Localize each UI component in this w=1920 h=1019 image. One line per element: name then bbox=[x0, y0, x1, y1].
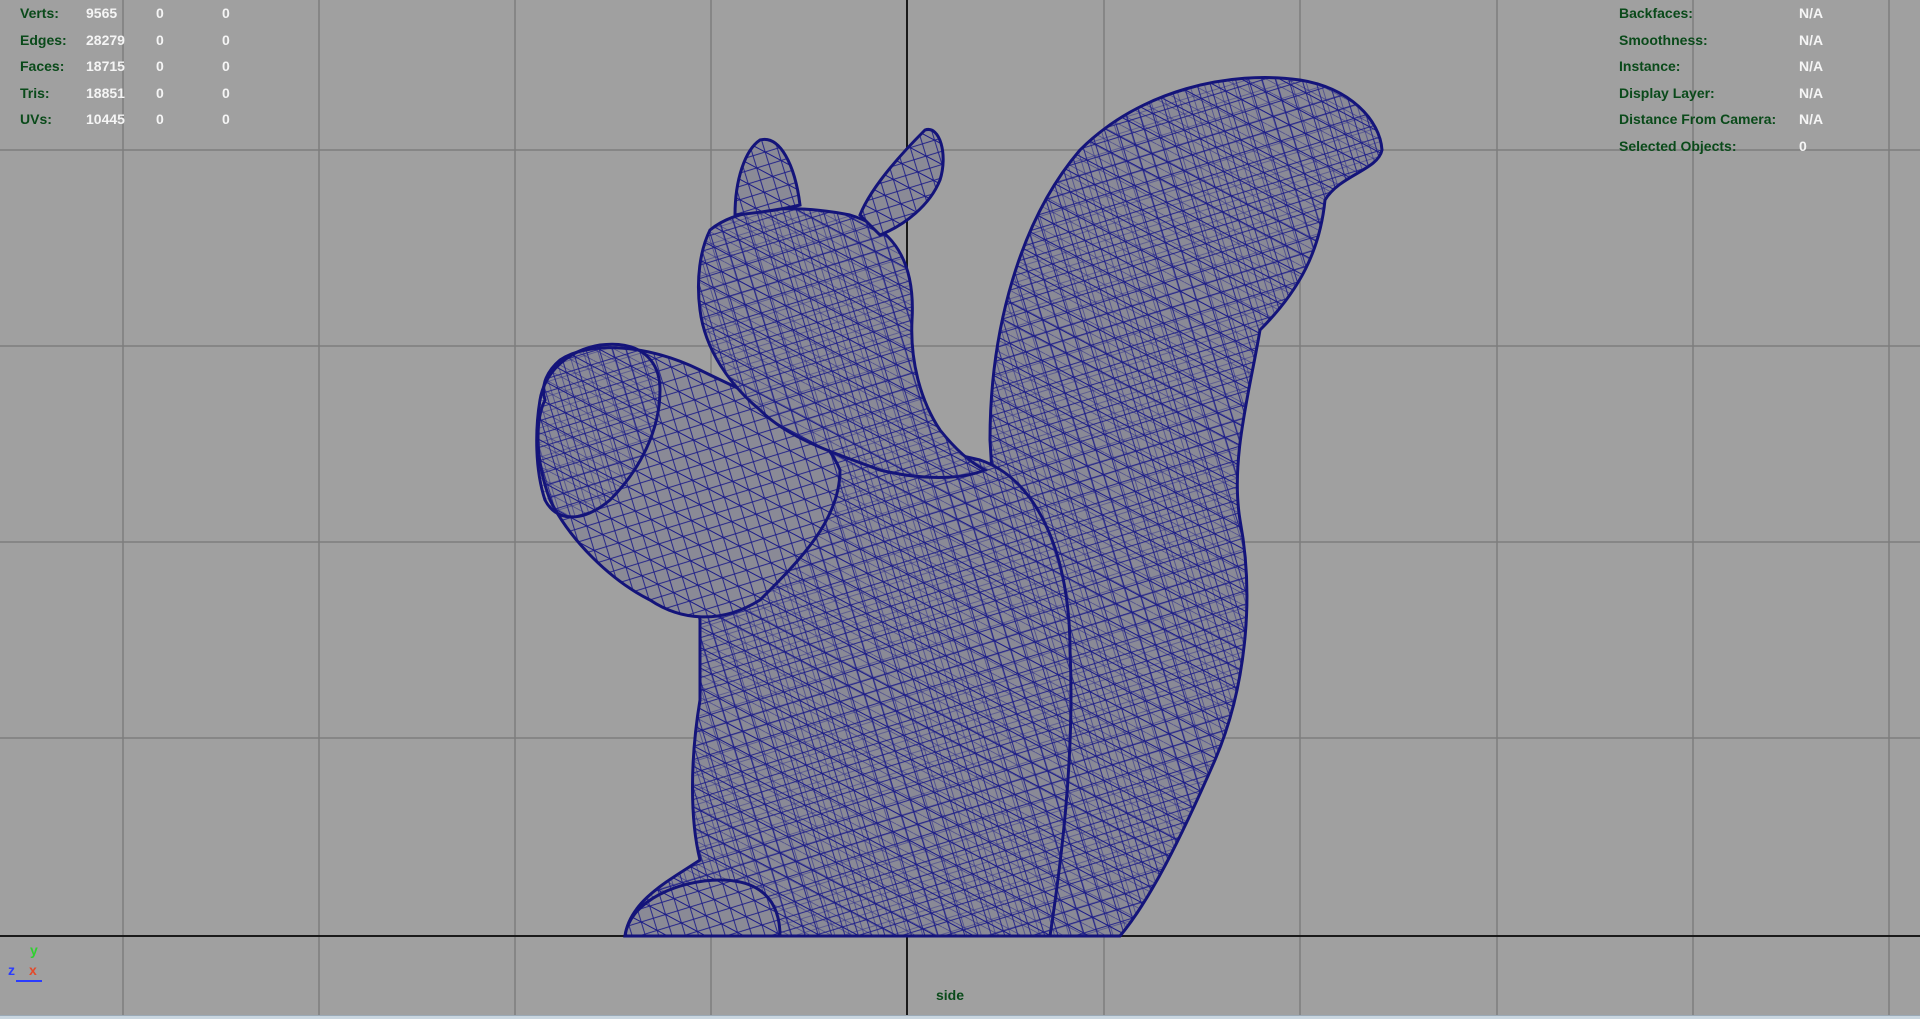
hud-row-edges: Edges: 28279 0 0 bbox=[20, 27, 262, 54]
hud-value: N/A bbox=[1799, 84, 1824, 101]
axis-gizmo: y z x bbox=[6, 942, 46, 984]
hud-value: 0 bbox=[156, 84, 164, 101]
hud-row-backfaces: Backfaces: N/A bbox=[1619, 0, 1823, 27]
hud-row-display-layer: Display Layer: N/A bbox=[1619, 80, 1823, 107]
hud-label: Instance: bbox=[1619, 58, 1681, 74]
hud-value: N/A bbox=[1799, 58, 1824, 74]
hud-row-tris: Tris: 18851 0 0 bbox=[20, 80, 262, 107]
hud-value: 0 bbox=[222, 84, 230, 101]
hud-row-faces: Faces: 18715 0 0 bbox=[20, 53, 262, 80]
hud-row-smoothness: Smoothness: N/A bbox=[1619, 27, 1823, 54]
hud-label: Tris: bbox=[20, 84, 50, 101]
hud-row-instance: Instance: N/A bbox=[1619, 53, 1823, 80]
hud-label: Smoothness: bbox=[1619, 31, 1708, 48]
object-details-hud: Backfaces: N/A Smoothness: N/A Instance:… bbox=[1619, 0, 1823, 159]
squirrel-mesh bbox=[535, 76, 1384, 938]
hud-value: 0 bbox=[156, 111, 164, 127]
camera-name-label: side bbox=[936, 987, 965, 1003]
hud-value: 0 bbox=[222, 111, 230, 127]
hud-value: 18851 bbox=[86, 84, 125, 101]
hud-label: Faces: bbox=[20, 58, 65, 74]
hud-value: N/A bbox=[1799, 31, 1824, 48]
hud-value: 0 bbox=[156, 58, 164, 74]
axis-z-line bbox=[16, 980, 42, 982]
hud-value: 0 bbox=[156, 5, 164, 21]
axis-y-label: y bbox=[30, 942, 38, 958]
axis-z-label: z bbox=[8, 962, 15, 978]
hud-label: Verts: bbox=[20, 5, 59, 21]
hud-value: 0 bbox=[1799, 137, 1807, 154]
viewport-bottom-border bbox=[0, 1015, 1920, 1019]
hud-label: Display Layer: bbox=[1619, 84, 1715, 101]
hud-row-verts: Verts: 9565 0 0 bbox=[20, 0, 262, 27]
hud-label: Edges: bbox=[20, 31, 67, 48]
axis-x-label: x bbox=[29, 962, 37, 978]
hud-value: 18715 bbox=[86, 58, 125, 74]
hud-label: Backfaces: bbox=[1619, 5, 1693, 21]
hud-value: N/A bbox=[1799, 5, 1824, 21]
hud-label: UVs: bbox=[20, 111, 52, 127]
hud-value: 0 bbox=[222, 5, 230, 21]
hud-value: 0 bbox=[222, 31, 230, 48]
hud-row-selected-objects: Selected Objects: 0 bbox=[1619, 133, 1823, 160]
hud-row-uvs: UVs: 10445 0 0 bbox=[20, 106, 262, 133]
hud-row-distance-from-camera: Distance From Camera: N/A bbox=[1619, 106, 1823, 133]
hud-value: 0 bbox=[222, 58, 230, 74]
3d-viewport[interactable]: Verts: 9565 0 0 Edges: 28279 0 0 Faces: … bbox=[0, 0, 1920, 1015]
hud-value: 0 bbox=[156, 31, 164, 48]
hud-label: Selected Objects: bbox=[1619, 137, 1737, 154]
hud-value: 10445 bbox=[86, 111, 125, 127]
hud-label: Distance From Camera: bbox=[1619, 111, 1777, 127]
poly-count-hud: Verts: 9565 0 0 Edges: 28279 0 0 Faces: … bbox=[20, 0, 262, 133]
hud-value: 28279 bbox=[86, 31, 125, 48]
hud-value: 9565 bbox=[86, 5, 118, 21]
hud-value: N/A bbox=[1799, 111, 1824, 127]
